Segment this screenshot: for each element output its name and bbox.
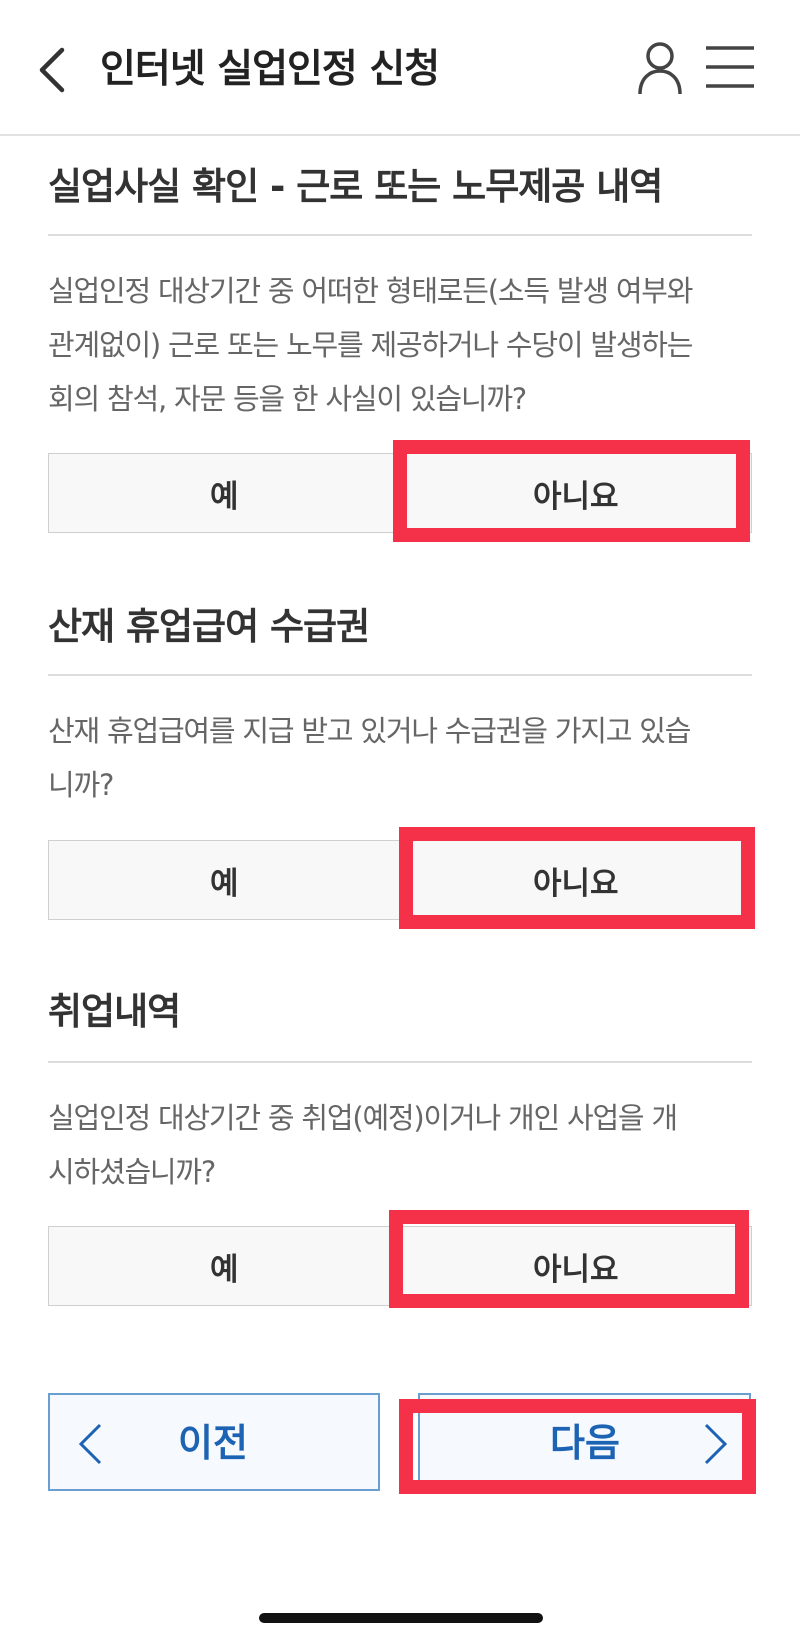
chevron-left-icon <box>78 1423 102 1465</box>
yes-button[interactable]: 예 <box>48 453 400 533</box>
home-indicator <box>259 1613 543 1623</box>
choice-row-industrial-leave: 예 아니요 <box>48 840 752 920</box>
question-work-history: 실업인정 대상기간 중 어떠한 형태로든(소득 발생 여부와 관계없이) 근로 … <box>48 264 752 426</box>
question-line: 산재 휴업급여를 지급 받고 있거나 수급권을 가지고 있습 <box>48 714 691 748</box>
question-line: 실업인정 대상기간 중 어떠한 형태로든(소득 발생 여부와 <box>48 274 693 308</box>
next-button[interactable]: 다음 <box>418 1393 751 1491</box>
question-line: 니까? <box>48 768 114 802</box>
section-title-employment: 취업내역 <box>48 990 181 1033</box>
question-line: 회의 참석, 자문 등을 한 사실이 있습니까? <box>48 382 527 416</box>
choice-row-employment: 예 아니요 <box>48 1226 752 1306</box>
question-line: 시하셨습니까? <box>48 1155 216 1189</box>
question-employment: 실업인정 대상기간 중 취업(예정)이거나 개인 사업을 개 시하셨습니까? <box>48 1091 752 1199</box>
section-title-work-history: 실업사실 확인 - 근로 또는 노무제공 내역 <box>48 165 663 208</box>
choice-row-work-history: 예 아니요 <box>48 453 752 533</box>
no-button[interactable]: 아니요 <box>399 840 752 920</box>
yes-button[interactable]: 예 <box>48 840 400 920</box>
user-icon[interactable] <box>636 40 684 96</box>
hamburger-menu-icon[interactable] <box>704 44 756 90</box>
next-label: 다음 <box>550 1421 620 1465</box>
question-line: 관계없이) 근로 또는 노무를 제공하거나 수당이 발생하는 <box>48 328 693 362</box>
question-line: 실업인정 대상기간 중 취업(예정)이거나 개인 사업을 개 <box>48 1101 678 1135</box>
section-title-industrial-leave: 산재 휴업급여 수급권 <box>48 605 370 648</box>
app-header: 인터넷 실업인정 신청 <box>0 0 800 136</box>
yes-button[interactable]: 예 <box>48 1226 400 1306</box>
no-button[interactable]: 아니요 <box>399 1226 752 1306</box>
prev-label: 이전 <box>178 1421 248 1465</box>
page-title: 인터넷 실업인정 신청 <box>100 47 440 92</box>
no-button[interactable]: 아니요 <box>399 453 752 533</box>
divider <box>48 234 752 236</box>
prev-button[interactable]: 이전 <box>48 1393 380 1491</box>
question-industrial-leave: 산재 휴업급여를 지급 받고 있거나 수급권을 가지고 있습 니까? <box>48 704 752 812</box>
back-chevron-icon[interactable] <box>34 44 74 96</box>
chevron-right-icon <box>704 1423 728 1465</box>
divider <box>48 1061 752 1063</box>
divider <box>48 674 752 676</box>
